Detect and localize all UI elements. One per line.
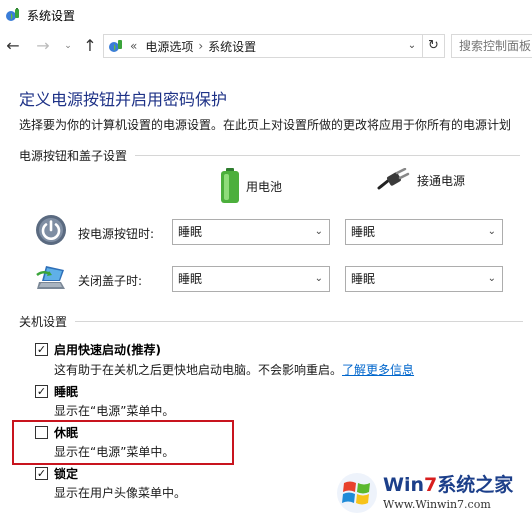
address-bar[interactable]: « 电源选项 › 系统设置 ⌄ ↻	[103, 34, 445, 58]
lock-description: 显示在用户头像菜单中。	[54, 486, 187, 500]
watermark-title-b: 系统之家	[437, 474, 514, 496]
hibernate-checkbox[interactable]	[35, 426, 48, 439]
windows-logo-icon	[337, 472, 377, 513]
lid-close-plugged-select[interactable]: 睡眠 ⌄	[345, 266, 503, 292]
learn-more-link[interactable]: 了解更多信息	[342, 363, 414, 377]
description-text: 这有助于在关机之后更快地启动电脑。不会影响重启。	[54, 363, 343, 377]
selected-value: 睡眠	[351, 272, 376, 286]
plugged-column-header: 接通电源	[377, 168, 465, 192]
selected-value: 睡眠	[351, 225, 376, 239]
chevron-down-icon: ⌄	[487, 226, 496, 237]
control-panel-icon	[109, 40, 122, 52]
lock-label[interactable]: 锁定	[54, 465, 78, 482]
fast-startup-checkbox[interactable]: ✓	[35, 343, 48, 356]
hibernate-label[interactable]: 休眠	[54, 424, 78, 441]
back-arrow-icon[interactable]: ←	[3, 35, 23, 57]
hibernate-description: 显示在“电源”菜单中。	[54, 445, 175, 459]
navigation-bar: ← → ⌄ ↑ « 电源选项 › 系统设置 ⌄ ↻	[0, 31, 532, 61]
power-plug-icon	[377, 168, 410, 190]
breadcrumb-overflow[interactable]: «	[130, 39, 137, 53]
refresh-icon[interactable]: ↻	[422, 35, 444, 57]
page-description: 选择要为你的计算机设置的电源设置。在此页上对设置所做的更改将应用于你所有的电源计…	[19, 118, 512, 132]
battery-column-label: 用电池	[246, 179, 283, 194]
page-title: 定义电源按钮并启用密码保护	[19, 90, 228, 109]
watermark-text: Win7系统之家 Www.Winwin7.com	[383, 474, 513, 511]
chevron-down-icon: ⌄	[314, 273, 323, 284]
address-dropdown-icon[interactable]: ⌄	[404, 37, 420, 55]
sleep-label[interactable]: 睡眠	[54, 383, 78, 400]
lid-close-battery-select[interactable]: 睡眠 ⌄	[172, 266, 330, 292]
battery-column-header: 用电池	[220, 168, 282, 204]
breadcrumb-separator: ›	[198, 39, 204, 53]
selected-value: 睡眠	[178, 225, 203, 239]
laptop-lid-icon	[36, 266, 65, 289]
power-buttons-group-header: 电源按钮和盖子设置	[19, 147, 521, 164]
site-watermark: Win7系统之家 Www.Winwin7.com	[335, 465, 532, 520]
shutdown-settings-group-header: 关机设置	[19, 313, 524, 330]
watermark-title-a: Win	[383, 474, 424, 496]
lid-close-label: 关闭盖子时:	[78, 274, 143, 288]
fast-startup-description: 这有助于在关机之后更快地启动电脑。不会影响重启。了解更多信息	[54, 361, 414, 378]
selected-value: 睡眠	[178, 272, 203, 286]
battery-icon	[221, 168, 239, 203]
up-arrow-icon[interactable]: ↑	[80, 35, 100, 57]
group-heading: 关机设置	[19, 315, 68, 329]
power-button-battery-select[interactable]: 睡眠 ⌄	[172, 219, 330, 245]
watermark-title: Win7系统之家	[383, 474, 513, 496]
watermark-title-number: 7	[424, 474, 438, 496]
breadcrumb-system-settings[interactable]: 系统设置	[208, 38, 256, 55]
power-button-plugged-select[interactable]: 睡眠 ⌄	[345, 219, 503, 245]
power-button-label: 按电源按钮时:	[78, 227, 155, 241]
sleep-checkbox[interactable]: ✓	[35, 385, 48, 398]
chevron-down-icon: ⌄	[314, 226, 323, 237]
power-button-icon	[36, 215, 66, 245]
group-heading: 电源按钮和盖子设置	[19, 149, 128, 163]
watermark-url: Www.Winwin7.com	[383, 498, 491, 511]
lock-checkbox[interactable]: ✓	[35, 467, 48, 480]
plugged-column-label: 接通电源	[417, 173, 466, 188]
sleep-description: 显示在“电源”菜单中。	[54, 404, 175, 418]
window-title: 系统设置	[27, 8, 76, 23]
breadcrumb-power-options[interactable]: 电源选项	[145, 38, 193, 55]
search-input[interactable]	[451, 34, 532, 58]
power-options-icon	[6, 8, 19, 21]
chevron-down-icon: ⌄	[487, 273, 496, 284]
forward-arrow-icon[interactable]: →	[33, 35, 53, 57]
recent-locations-chevron-icon[interactable]: ⌄	[62, 35, 74, 57]
divider	[75, 321, 524, 322]
divider	[135, 155, 521, 156]
title-bar: 系统设置	[0, 0, 532, 30]
fast-startup-label[interactable]: 启用快速启动(推荐)	[54, 341, 161, 358]
